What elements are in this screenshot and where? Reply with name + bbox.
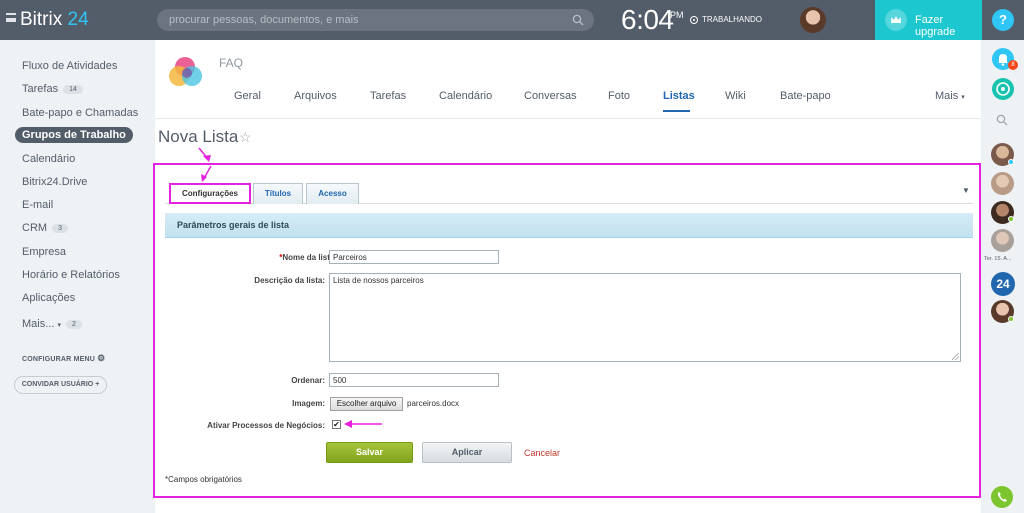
check-icon: ✔: [333, 420, 340, 429]
menu-item-crm[interactable]: CRM 3: [22, 222, 68, 234]
menu-item-drive[interactable]: Bitrix24.Drive: [22, 176, 87, 188]
chevron-down-icon: ▾: [961, 94, 965, 101]
tab-files[interactable]: Arquivos: [294, 90, 337, 102]
clock-ampm: PM: [670, 10, 684, 20]
counter-badge: 2: [65, 319, 82, 329]
business-process-label: Ativar Processos de Negócios:: [207, 421, 325, 430]
work-status-label: TRABALHANDO: [702, 15, 763, 24]
menu-item-more[interactable]: Mais... ▾ 2: [22, 318, 82, 330]
bitrix24-network-button[interactable]: 24: [991, 272, 1015, 296]
favorite-star-icon[interactable]: ☆: [239, 129, 252, 146]
tab-lists[interactable]: Listas: [663, 90, 695, 102]
menu-item-reports[interactable]: Horário e Relatórios: [22, 269, 120, 281]
clock-time[interactable]: 6:04: [621, 4, 674, 36]
tab-photo[interactable]: Foto: [608, 90, 630, 102]
cancel-link[interactable]: Cancelar: [524, 448, 560, 458]
status-icon: [690, 15, 698, 24]
menu-item-workgroups[interactable]: Grupos de Trabalho: [15, 127, 133, 143]
page-title: Nova Lista: [158, 127, 239, 146]
upgrade-button[interactable]: Fazer upgrade: [875, 0, 982, 40]
tab-wiki[interactable]: Wiki: [725, 90, 746, 102]
search-box[interactable]: [157, 9, 594, 31]
section-header: Parâmetros gerais de lista: [165, 213, 973, 238]
menu-item-apps[interactable]: Aplicações: [22, 292, 75, 304]
tab-more[interactable]: Mais ▾: [935, 90, 965, 102]
menu-item-tasks[interactable]: Tarefas 14: [22, 83, 83, 95]
order-input[interactable]: [329, 373, 499, 387]
menu-icon[interactable]: [6, 13, 16, 22]
configure-menu-button[interactable]: CONFIGURAR MENU ⚙: [22, 353, 105, 364]
group-logo[interactable]: [167, 54, 207, 90]
menu-item-feed[interactable]: Fluxo de Atividades: [22, 60, 117, 72]
list-description-label: Descrição da lista:: [254, 276, 325, 285]
help-button[interactable]: ?: [992, 9, 1014, 31]
tab-tasks[interactable]: Tarefas: [370, 90, 406, 102]
apply-button[interactable]: Aplicar: [422, 442, 512, 463]
app-logo[interactable]: Bitrix 24: [20, 9, 89, 31]
business-process-checkbox[interactable]: ✔: [332, 420, 341, 429]
counter-badge: 3: [52, 223, 68, 233]
menu-item-company[interactable]: Empresa: [22, 246, 66, 258]
work-status[interactable]: TRABALHANDO: [690, 15, 762, 24]
status-dot: [1008, 216, 1014, 222]
status-dot: [1008, 316, 1014, 322]
tab-configuracoes[interactable]: Configurações: [169, 183, 251, 204]
group-name[interactable]: FAQ: [219, 56, 243, 70]
user-avatar[interactable]: [800, 7, 826, 33]
upgrade-label: Fazer upgrade: [915, 14, 956, 38]
tab-acesso[interactable]: Acesso: [306, 183, 359, 204]
save-button[interactable]: Salvar: [326, 442, 413, 463]
crown-icon: [885, 9, 907, 31]
status-dot: [1008, 159, 1014, 165]
call-button[interactable]: [991, 486, 1013, 508]
gear-icon: ⚙: [97, 353, 106, 363]
contact-avatar[interactable]: [991, 229, 1014, 252]
tab-calendar[interactable]: Calendário: [439, 90, 492, 102]
search-icon[interactable]: [996, 114, 1008, 126]
plus-icon: +: [95, 381, 100, 388]
tab-conversations[interactable]: Conversas: [524, 90, 577, 102]
menu-item-chat[interactable]: Bate-papo e Chamadas: [22, 107, 138, 119]
required-fields-note: *Campos obrigatórios: [165, 475, 242, 484]
invite-user-button[interactable]: CONVIDAR USUÁRIO +: [14, 376, 107, 394]
phone-icon: [997, 492, 1007, 502]
messenger-button[interactable]: [992, 78, 1014, 100]
counter-badge: 14: [63, 84, 83, 94]
chevron-down-icon: ▾: [57, 322, 61, 329]
menu-item-email[interactable]: E-mail: [22, 199, 53, 211]
collapse-chevron-icon[interactable]: ▼: [962, 186, 970, 195]
recent-chat-label: Ter. 15. A...: [984, 256, 1012, 262]
choose-file-button[interactable]: Escolher arquivo: [330, 397, 403, 411]
search-icon[interactable]: [572, 14, 584, 26]
file-name: parceiros.docx: [407, 399, 460, 408]
tab-titulos[interactable]: Títulos: [253, 183, 303, 204]
search-input[interactable]: [169, 12, 549, 28]
resize-handle-icon[interactable]: [952, 353, 959, 360]
tab-general[interactable]: Geral: [234, 90, 261, 102]
divider: [155, 118, 981, 119]
active-tab-indicator: [663, 110, 690, 112]
list-description-textarea[interactable]: Lista de nossos parceiros: [329, 273, 961, 362]
image-label: Imagem:: [292, 399, 325, 408]
contact-avatar[interactable]: [991, 172, 1014, 195]
menu-item-calendar[interactable]: Calendário: [22, 153, 75, 165]
list-name-input[interactable]: [329, 250, 499, 264]
tab-chat[interactable]: Bate-papo: [780, 90, 831, 102]
order-label: Ordenar:: [291, 376, 325, 385]
section-title: Parâmetros gerais de lista: [177, 220, 290, 230]
chat-icon: [996, 82, 1010, 96]
notification-count-badge: 8: [1008, 60, 1018, 70]
